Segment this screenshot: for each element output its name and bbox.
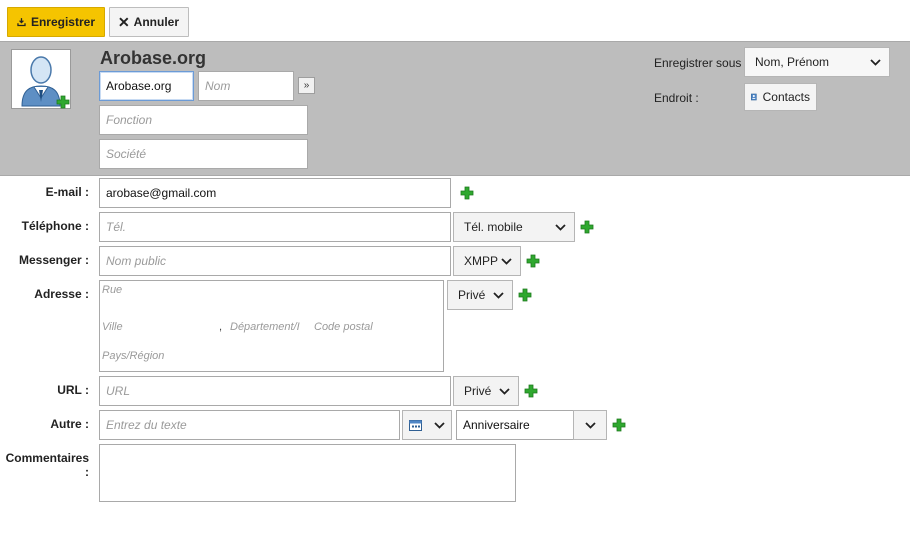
first-name-input[interactable]: Arobase.org [99, 71, 194, 101]
save-as-select[interactable]: Nom, Prénom [744, 47, 890, 77]
comments-textarea[interactable] [99, 444, 516, 502]
url-input[interactable]: URL [99, 376, 451, 406]
company-input[interactable]: Société [99, 139, 308, 169]
add-url-plus-icon[interactable] [524, 384, 538, 398]
phone-type-select[interactable]: Tél. mobile [453, 212, 575, 242]
email-input[interactable]: arobase@gmail.com [99, 178, 451, 208]
save-as-label: Enregistrer sous : [654, 56, 749, 70]
phone-input[interactable]: Tél. [99, 212, 451, 242]
address-separator: , [219, 321, 223, 333]
chevron-down-icon [499, 387, 510, 395]
messenger-type-select[interactable]: XMPP [453, 246, 521, 276]
expand-name-button[interactable]: » [298, 77, 315, 94]
chevron-down-icon [870, 58, 881, 66]
other-type-dropdown-button[interactable] [573, 410, 607, 440]
department-placeholder: Département/I [230, 321, 300, 333]
messenger-input[interactable]: Nom public [99, 246, 451, 276]
location-label: Endroit : [654, 91, 699, 105]
contacts-folder-button[interactable]: Contacts [744, 83, 817, 111]
url-type-value: Privé [464, 384, 492, 398]
postal-code-placeholder: Code postal [314, 321, 373, 333]
email-label: E-mail : [45, 185, 89, 199]
add-messenger-plus-icon[interactable] [526, 254, 540, 268]
add-email-plus-icon[interactable] [460, 186, 474, 200]
messenger-label: Messenger : [18, 253, 89, 267]
download-tray-icon [17, 18, 26, 27]
chevron-down-icon [434, 421, 445, 429]
add-phone-plus-icon[interactable] [580, 220, 594, 234]
url-label: URL : [57, 383, 89, 397]
other-label: Autre : [50, 417, 89, 431]
address-label: Adresse : [34, 287, 89, 301]
calendar-icon [409, 420, 422, 431]
messenger-type-value: XMPP [464, 254, 499, 268]
save-as-value: Nom, Prénom [755, 55, 830, 69]
address-type-value: Privé [458, 288, 486, 302]
close-icon [119, 17, 129, 27]
add-other-plus-icon[interactable] [612, 418, 626, 432]
save-button[interactable]: Enregistrer [7, 7, 105, 37]
cancel-button[interactable]: Annuler [109, 7, 189, 37]
address-type-select[interactable]: Privé [447, 280, 513, 310]
chevron-down-icon [555, 223, 566, 231]
save-button-label: Enregistrer [30, 15, 95, 29]
other-type-value[interactable]: Anniversaire [456, 410, 575, 440]
address-input[interactable]: Rue Ville , Département/I Code postal Pa… [99, 280, 444, 372]
street-placeholder: Rue [102, 284, 123, 296]
contacts-folder-label: Contacts [762, 90, 810, 104]
cancel-button-label: Annuler [133, 15, 179, 29]
chevron-down-icon [501, 257, 512, 265]
city-placeholder: Ville [102, 321, 123, 333]
date-picker-button[interactable] [402, 410, 452, 440]
comments-label: Commentaires : [5, 451, 89, 479]
function-input[interactable]: Fonction [99, 105, 308, 135]
avatar[interactable] [11, 49, 71, 109]
phone-label: Téléphone : [21, 219, 89, 233]
url-type-select[interactable]: Privé [453, 376, 519, 406]
last-name-input[interactable]: Nom [198, 71, 294, 101]
country-placeholder: Pays/Région [102, 350, 165, 362]
address-book-icon [751, 93, 757, 101]
add-photo-plus-icon[interactable] [56, 95, 70, 109]
chevron-down-icon [493, 291, 504, 299]
page-title: Arobase.org [100, 48, 207, 68]
add-address-plus-icon[interactable] [518, 288, 532, 302]
phone-type-value: Tél. mobile [464, 220, 523, 234]
chevron-down-icon [584, 421, 596, 429]
other-input[interactable]: Entrez du texte [99, 410, 400, 440]
